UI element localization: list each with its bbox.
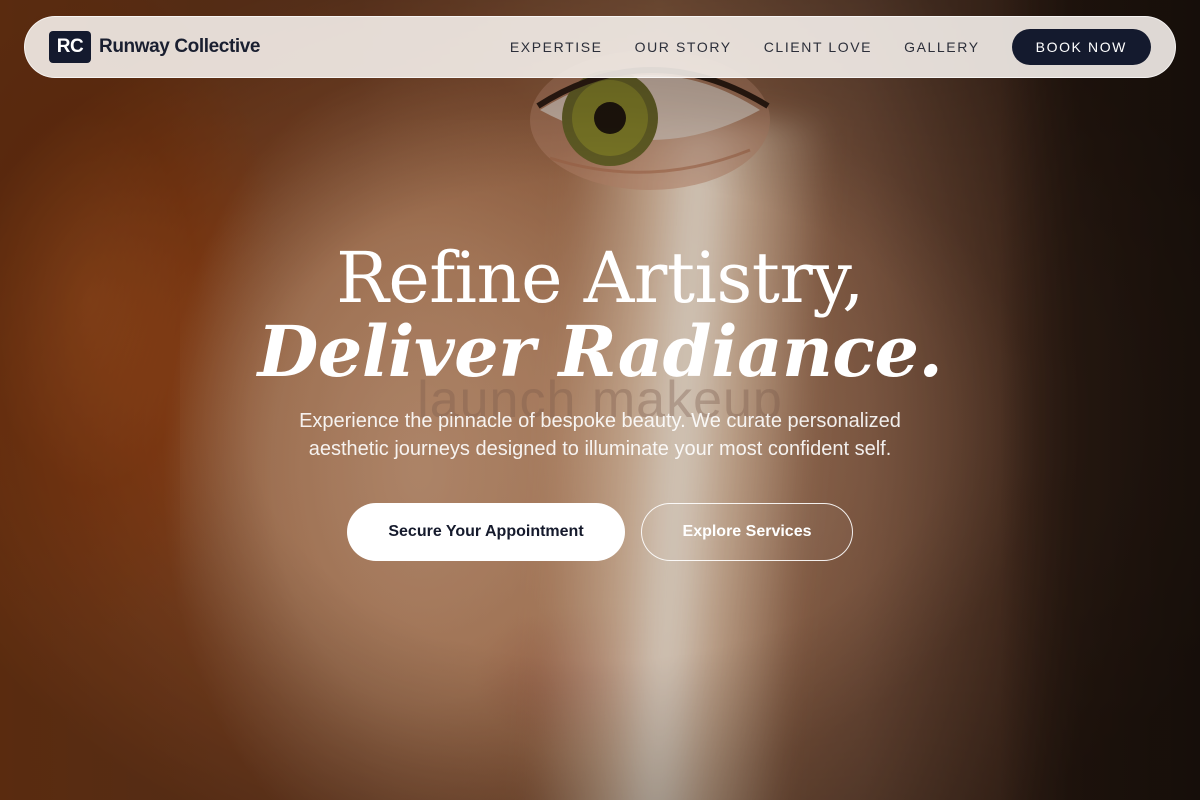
- brand-logo[interactable]: RC Runway Collective: [49, 31, 260, 63]
- brand-name: Runway Collective: [99, 36, 261, 57]
- hero-headline: Refine Artistry, Deliver Radiance.: [0, 240, 1200, 388]
- nav-link-our-story[interactable]: OUR STORY: [635, 39, 732, 55]
- hero-cta-group: Secure Your Appointment Explore Services: [0, 503, 1200, 561]
- headline-line-1: Refine Artistry,: [336, 237, 864, 319]
- book-now-button[interactable]: BOOK NOW: [1011, 29, 1151, 65]
- headline-line-2: Deliver Radiance.: [257, 310, 943, 393]
- nav-menu: EXPERTISE OUR STORY CLIENT LOVE GALLERY …: [510, 29, 1151, 65]
- brand-mark: RC: [49, 31, 91, 63]
- hero-subtitle: Experience the pinnacle of bespoke beaut…: [299, 410, 901, 460]
- secure-appointment-button[interactable]: Secure Your Appointment: [347, 503, 625, 561]
- explore-services-button[interactable]: Explore Services: [641, 503, 853, 561]
- nav-link-client-love[interactable]: CLIENT LOVE: [764, 39, 872, 55]
- nav-link-gallery[interactable]: GALLERY: [904, 39, 980, 55]
- top-navigation: RC Runway Collective EXPERTISE OUR STORY…: [24, 16, 1176, 78]
- nav-link-expertise[interactable]: EXPERTISE: [510, 39, 603, 55]
